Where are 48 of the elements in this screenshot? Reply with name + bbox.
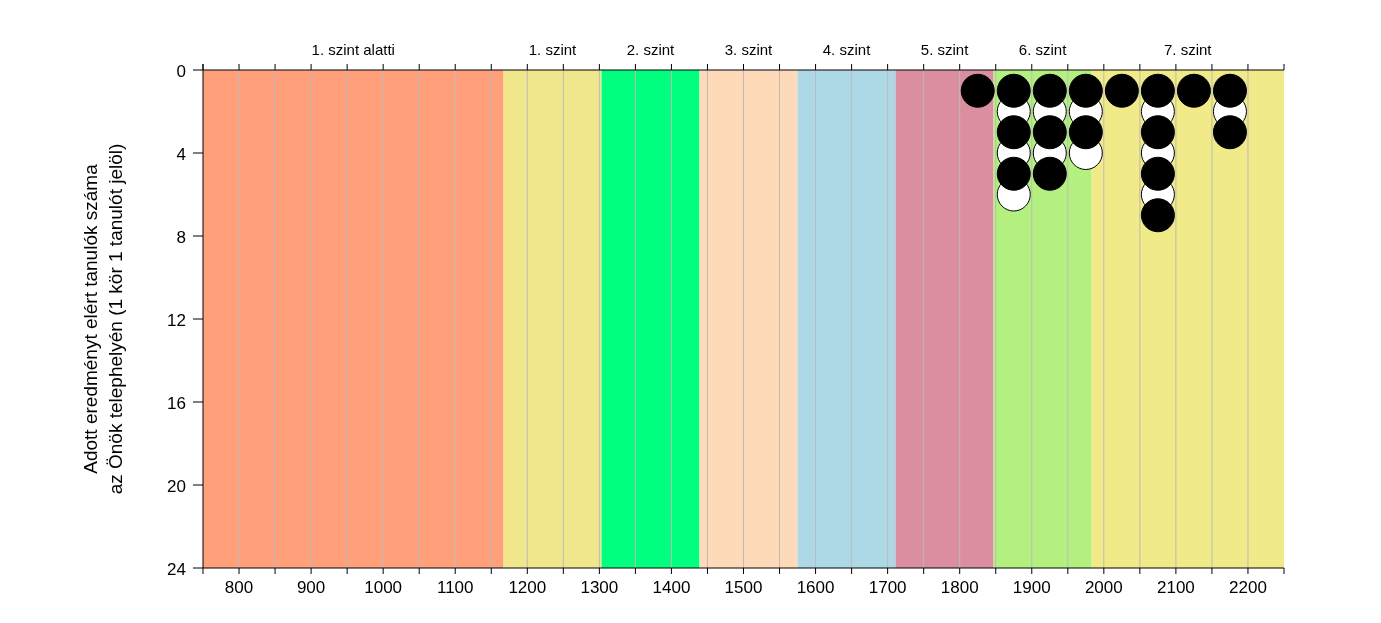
x-tick-label: 1300 [580,578,619,597]
x-tick-label: 1600 [796,578,835,597]
y-tick-label: 24 [167,560,186,579]
student-marker [1032,156,1067,191]
y-tick-label: 8 [176,228,186,247]
level-label: 3. szint [724,41,773,58]
student-marker [1212,73,1247,108]
x-tick-label: 1400 [652,578,691,597]
x-tick-label: 800 [224,578,254,597]
level-label: 5. szint [920,41,969,58]
x-tick-label: 1100 [436,578,474,597]
student-marker [1140,156,1175,191]
x-tick-label: 2100 [1157,578,1195,597]
level-label: 2. szint [626,41,675,58]
y-tick-label: 12 [167,311,186,330]
level-label: 4. szint [822,41,871,58]
y-tick-label: 4 [176,145,186,164]
x-tick-label: 2200 [1229,578,1267,597]
student-marker [1032,73,1067,108]
level-label: 6. szint [1018,41,1067,58]
student-marker [1068,115,1103,150]
student-marker [1140,115,1175,150]
y-tick-label: 16 [167,394,186,413]
student-marker [1140,73,1175,108]
student-marker [1140,198,1175,233]
student-marker [1176,73,1211,108]
student-marker [996,73,1031,108]
y-axis-title: Adott eredményt elért tanulók száma az Önök telephelyén (1 kör 1 tanulót jelöl) [80,143,126,495]
student-marker [960,73,995,108]
x-tick-label: 1900 [1012,578,1051,597]
student-marker [1104,73,1139,108]
student-marker [1032,115,1067,150]
level-label: 7. szint [1164,41,1212,58]
x-tick-label: 1500 [724,578,763,597]
student-marker [996,115,1031,150]
student-marker [1212,115,1247,150]
x-tick-label: 1700 [868,578,907,597]
x-tick-label: 900 [296,578,326,597]
student-marker [996,156,1031,191]
level-label: 1. szint alatti [311,41,395,58]
y-tick-label: 20 [167,477,186,496]
student-marker [1068,73,1103,108]
x-tick-label: 1200 [508,578,547,597]
level-label: 1. szint [528,41,577,58]
y-tick-label: 0 [176,62,186,81]
x-tick-label: 1000 [364,578,403,597]
x-tick-label: 2000 [1084,578,1123,597]
x-tick-label: 1800 [940,578,979,597]
